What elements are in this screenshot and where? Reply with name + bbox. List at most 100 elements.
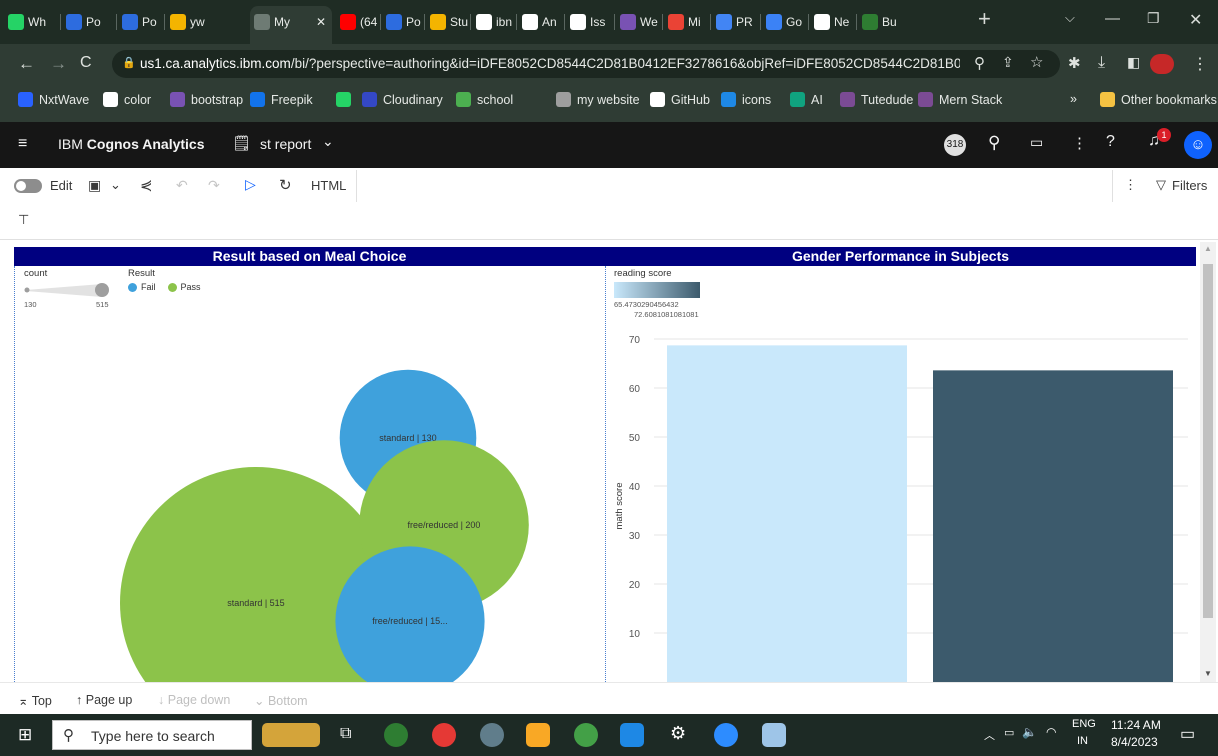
other-bookmarks[interactable]: Other bookmarks: [1100, 92, 1217, 107]
chrome-canary-icon[interactable]: [574, 723, 598, 747]
more-options-icon[interactable]: ⋮: [1124, 177, 1137, 193]
bookmark-item[interactable]: Mern Stack: [918, 92, 1002, 107]
undo-icon[interactable]: ↶: [176, 177, 188, 194]
browser-tab[interactable]: My ✕: [254, 9, 332, 35]
download-icon[interactable]: ⤓: [1098, 54, 1105, 72]
notepad-icon[interactable]: [762, 723, 786, 747]
more-bookmarks-button[interactable]: »: [1070, 92, 1077, 106]
zoom-app-icon[interactable]: [714, 723, 738, 747]
more-vertical-icon[interactable]: ⋮: [1072, 134, 1087, 152]
zoom-icon[interactable]: ⚲: [974, 54, 985, 72]
browser-tab[interactable]: ibn: [476, 9, 512, 35]
bookmark-item[interactable]: bootstrap: [170, 92, 243, 107]
tray-chevron-icon[interactable]: ︿: [984, 727, 995, 743]
browser-tab[interactable]: Wh: [8, 9, 46, 35]
save-icon[interactable]: ▣: [88, 177, 101, 194]
extensions-icon[interactable]: ✱: [1068, 54, 1081, 72]
forward-icon[interactable]: →: [50, 54, 67, 74]
windows-start-icon[interactable]: ⊞: [18, 725, 32, 745]
edge-icon[interactable]: [384, 723, 408, 747]
notifications-center-icon[interactable]: ▭: [1180, 724, 1195, 744]
sidepanel-icon[interactable]: ◧: [1127, 54, 1140, 71]
format-painter-icon[interactable]: ⊤: [18, 212, 29, 228]
page-down-button[interactable]: ↓ Page down: [158, 693, 230, 707]
tab-search-icon[interactable]: ⌵: [1065, 10, 1075, 26]
vertical-scrollbar[interactable]: ▲ ▼: [1200, 242, 1216, 682]
chevron-down-icon[interactable]: ⌄: [322, 133, 334, 150]
bookmark-item[interactable]: icons: [721, 92, 771, 107]
refresh-icon[interactable]: ↻: [279, 176, 292, 194]
clock-date[interactable]: 8/4/2023: [1111, 735, 1158, 749]
scroll-up-icon[interactable]: ▲: [1204, 244, 1212, 253]
chrome-profile-icon[interactable]: [480, 723, 504, 747]
bottom-button[interactable]: ⌄ Bottom: [254, 693, 308, 708]
bookmark-item[interactable]: Freepik: [250, 92, 313, 107]
hamburger-menu-icon[interactable]: ≡: [18, 135, 27, 153]
browser-tab[interactable]: Ne: [814, 9, 849, 35]
omnibox[interactable]: 🔒 us1.ca.analytics.ibm.com/bi/?perspecti…: [112, 50, 1060, 78]
edit-label[interactable]: Edit: [50, 178, 72, 193]
filter-icon[interactable]: ▽: [1156, 177, 1166, 193]
browser-tab[interactable]: (64: [340, 9, 377, 35]
page-up-button[interactable]: ↑ Page up: [76, 693, 132, 707]
trumpet-icon[interactable]: [262, 723, 320, 747]
new-tab-button[interactable]: +: [978, 6, 991, 32]
browser-tab[interactable]: We: [620, 9, 658, 35]
battery-icon[interactable]: ▭: [1004, 726, 1014, 739]
redo-icon[interactable]: ↷: [208, 177, 220, 194]
browser-tab[interactable]: PR: [716, 9, 753, 35]
restore-button[interactable]: ❐: [1147, 10, 1160, 27]
task-view-icon[interactable]: ⧉: [340, 725, 351, 743]
wifi-icon[interactable]: ◠: [1046, 725, 1056, 739]
close-tab-icon[interactable]: ✕: [316, 15, 326, 29]
chat-icon[interactable]: ▭: [1030, 134, 1043, 151]
file-explorer-icon[interactable]: [526, 723, 550, 747]
profile-avatar[interactable]: [1150, 54, 1174, 74]
bookmark-item[interactable]: GitHub: [650, 92, 710, 107]
close-window-button[interactable]: ✕: [1189, 10, 1202, 30]
clock-time[interactable]: 11:24 AM: [1111, 718, 1161, 732]
chrome-icon[interactable]: [432, 723, 456, 747]
browser-tab[interactable]: An: [522, 9, 557, 35]
bookmark-item[interactable]: school: [456, 92, 513, 107]
bookmark-item[interactable]: my website: [556, 92, 640, 107]
vscode-icon[interactable]: [620, 723, 644, 747]
search-icon[interactable]: ⚲: [988, 133, 1000, 153]
browser-tab[interactable]: Go: [766, 9, 802, 35]
browser-tab[interactable]: yw: [170, 9, 205, 35]
bookmark-item[interactable]: [336, 92, 357, 107]
browser-menu-icon[interactable]: ⋮: [1192, 54, 1208, 74]
share-icon[interactable]: ⇪: [1002, 54, 1014, 71]
top-button[interactable]: ⌅ Top: [18, 693, 52, 708]
browser-tab[interactable]: Po: [66, 9, 101, 35]
volume-icon[interactable]: 🔈: [1022, 725, 1037, 739]
settings-gear-icon[interactable]: ⚙: [670, 723, 686, 744]
bookmark-item[interactable]: AI: [790, 92, 823, 107]
user-avatar[interactable]: ☺: [1184, 131, 1212, 159]
minimize-button[interactable]: —: [1105, 10, 1120, 27]
product-name[interactable]: IBM Cognos Analytics: [58, 136, 205, 152]
bookmark-item[interactable]: Tutedude: [840, 92, 913, 107]
bookmark-item[interactable]: Cloudinary: [362, 92, 443, 107]
edit-toggle[interactable]: [14, 179, 42, 193]
help-icon[interactable]: ?: [1106, 133, 1115, 151]
run-icon[interactable]: ▷: [245, 176, 256, 193]
language-eng[interactable]: ENG: [1072, 718, 1096, 730]
browser-tab[interactable]: Stu: [430, 9, 468, 35]
bookmark-item[interactable]: color: [103, 92, 151, 107]
filters-label[interactable]: Filters: [1172, 178, 1207, 193]
bookmark-item[interactable]: NxtWave: [18, 92, 89, 107]
scroll-down-icon[interactable]: ▼: [1204, 669, 1212, 678]
assistant-badge[interactable]: 318: [944, 134, 966, 156]
taskbar-search-box[interactable]: ⚲ Type here to search: [52, 720, 252, 750]
back-icon[interactable]: ←: [18, 54, 35, 74]
url-text[interactable]: us1.ca.analytics.ibm.com/bi/?perspective…: [140, 56, 960, 71]
share-icon[interactable]: ⋞: [140, 176, 153, 194]
browser-tab[interactable]: Mi: [668, 9, 701, 35]
browser-tab[interactable]: Bu: [862, 9, 897, 35]
reload-icon[interactable]: C: [80, 54, 92, 72]
save-chevron-icon[interactable]: ⌄: [110, 177, 121, 193]
browser-tab[interactable]: Iss: [570, 9, 605, 35]
output-format[interactable]: HTML: [311, 178, 346, 193]
report-name[interactable]: st report: [260, 136, 311, 152]
